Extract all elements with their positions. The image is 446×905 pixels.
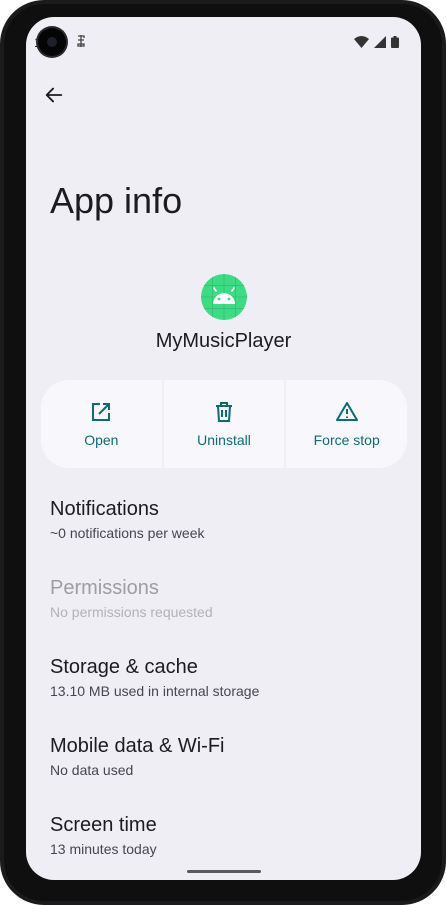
setting-summary: No permissions requested <box>50 604 213 620</box>
open-in-new-icon <box>92 403 111 421</box>
setting-title: Storage & cache <box>50 656 198 678</box>
uninstall-label: Uninstall <box>197 432 251 448</box>
setting-summary: ~0 notifications per week <box>50 525 205 541</box>
setting-title: Mobile data & Wi-Fi <box>50 735 225 757</box>
setting-title: Screen time <box>50 814 157 836</box>
screen: 1 App <box>26 17 421 880</box>
setting-summary: 13.10 MB used in internal storage <box>50 683 260 699</box>
force-stop-button[interactable]: Force stop <box>286 380 407 468</box>
open-label: Open <box>84 432 119 448</box>
setting-title: Permissions <box>50 577 159 599</box>
storage-cache-setting[interactable]: Storage & cache 13.10 MB used in interna… <box>50 655 400 734</box>
arrow-back-icon <box>45 87 63 103</box>
back-button[interactable] <box>38 79 70 111</box>
notification-icon <box>76 34 86 53</box>
settings-list: Notifications ~0 notifications per week … <box>50 497 400 880</box>
device-frame: 1 App <box>0 0 446 905</box>
mobile-data-wifi-setting[interactable]: Mobile data & Wi-Fi No data used <box>50 734 400 813</box>
permissions-setting: Permissions No permissions requested <box>50 576 400 655</box>
status-icons <box>354 35 399 53</box>
battery-icon <box>391 35 399 53</box>
app-actions: Open Uninstall Force stop <box>41 380 407 468</box>
wifi-icon <box>354 35 369 53</box>
page-title: App info <box>50 180 183 221</box>
force-stop-label: Force stop <box>313 432 380 448</box>
warning-icon <box>335 402 358 421</box>
open-button[interactable]: Open <box>41 380 162 468</box>
status-bar: 1 <box>26 17 421 67</box>
front-camera <box>38 28 66 56</box>
cellular-signal-icon <box>374 35 386 53</box>
notifications-setting[interactable]: Notifications ~0 notifications per week <box>50 497 400 576</box>
setting-title: Notifications <box>50 498 159 520</box>
android-icon <box>201 274 247 320</box>
setting-summary: No data used <box>50 762 134 778</box>
setting-summary: 13 minutes today <box>50 841 157 857</box>
uninstall-button[interactable]: Uninstall <box>163 380 285 468</box>
app-name: MyMusicPlayer <box>155 330 292 352</box>
trash-icon <box>216 402 232 422</box>
gesture-nav-handle[interactable] <box>187 870 261 873</box>
